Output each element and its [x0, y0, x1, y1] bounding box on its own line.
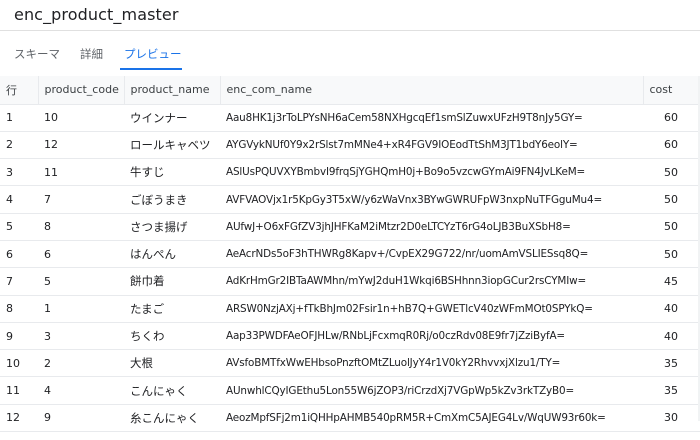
cell-enc-com-name: AeozMpfSFj2m1iQHHpAHMB540pRM5R+CmXmC5AJE… — [220, 404, 643, 433]
title-bar: enc_product_master — [0, 0, 700, 30]
column-header-row-number: 行 — [0, 76, 39, 105]
cell-enc-com-name: ASlUsPQUVXYBmbvI9frqSjYGHQmH0j+Bo9o5vzcw… — [220, 158, 643, 187]
cell-product-code: 11 — [38, 158, 124, 187]
cell-enc-com-name: ARSW0NzjAXj+fTkBhJm02Fsir1n+hB7Q+GWETlcV… — [220, 295, 643, 323]
cell-enc-com-name: Aau8HK1j3rToLPYsNH6aCem58NXHgcqEf1smSlZu… — [220, 104, 643, 132]
cell-enc-com-name: AdKrHmGr2IBTaAWMhn/mYwJ2duH1Wkqi6BSHhnn3… — [220, 267, 643, 296]
table-row: 5 8 さつま揚げ AUfwJ+O6xFGfZV3jhJHFKaM2iMtzr2D0e… — [0, 213, 700, 241]
cell-row-number: 2 — [0, 131, 38, 160]
table-header-row: 行 product_code product_name enc_com_name… — [0, 76, 700, 105]
cell-product-name: はんぺん — [124, 240, 220, 269]
tab-preview[interactable]: プレビュー — [124, 46, 182, 62]
cell-cost: 50 — [643, 213, 700, 241]
table-row: 12 9 糸こんにゃく AeozMpfSFj2m1iQHHpAHMB540pRM5R+… — [0, 404, 700, 433]
cell-row-number: 7 — [0, 267, 38, 296]
cell-cost: 35 — [643, 349, 700, 378]
cell-product-code: 8 — [38, 213, 124, 241]
cell-product-name: ごぼうまき — [124, 185, 220, 214]
cell-enc-com-name: AVsfoBMTfxWwEHbsoPnzftOMtZLuolJyY4r1V0kY… — [220, 349, 643, 378]
table-row: 2 12 ロールキャベツ AYGVykNUf0Y9x2rSlst7mMNe4+xR4F… — [0, 131, 700, 160]
cell-cost: 30 — [643, 404, 700, 433]
cell-enc-com-name: AYGVykNUf0Y9x2rSlst7mMNe4+xR4FGV9IOEodTt… — [220, 131, 643, 160]
cell-product-code: 2 — [38, 349, 124, 378]
cell-product-name: 餅巾着 — [124, 267, 220, 296]
cell-row-number: 5 — [0, 213, 38, 241]
cell-product-code: 6 — [38, 240, 124, 269]
table-row: 10 2 大根 AVsfoBMTfxWwEHbsoPnzftOMtZLuolJyY4r… — [0, 349, 700, 378]
cell-product-code: 1 — [38, 295, 124, 323]
cell-product-code: 3 — [38, 322, 124, 351]
table-row: 7 5 餅巾着 AdKrHmGr2IBTaAWMhn/mYwJ2duH1Wkqi6BS… — [0, 267, 700, 296]
cell-product-name: 大根 — [124, 349, 220, 378]
cell-product-code: 9 — [38, 404, 124, 433]
cell-row-number: 11 — [0, 376, 38, 405]
table-row: 8 1 たまご ARSW0NzjAXj+fTkBhJm02Fsir1n+hB7Q+GW… — [0, 295, 700, 323]
table-row: 1 10 ウインナー Aau8HK1j3rToLPYsNH6aCem58NXHgcqE… — [0, 104, 700, 132]
cell-product-code: 12 — [38, 131, 124, 160]
page-title: enc_product_master — [14, 5, 179, 24]
cell-enc-com-name: AUnwhlCQyIGEthu5Lon55W6jZOP3/riCrzdXj7VG… — [220, 376, 643, 405]
cell-product-code: 10 — [38, 104, 124, 132]
cell-row-number: 9 — [0, 322, 38, 351]
cell-enc-com-name: Aap33PWDFAeOFJHLw/RNbLjFcxmqR0Rj/o0czRdv… — [220, 322, 643, 351]
cell-product-code: 7 — [38, 185, 124, 214]
tab-bar: スキーマ 詳細 プレビュー — [0, 38, 700, 70]
cell-cost: 45 — [643, 267, 700, 296]
tab-schema[interactable]: スキーマ — [14, 46, 60, 62]
title-divider — [0, 30, 700, 31]
cell-enc-com-name: AUfwJ+O6xFGfZV3jhJHFKaM2iMtzr2D0eLTCYzT6… — [220, 213, 643, 241]
cell-row-number: 1 — [0, 104, 38, 132]
cell-cost: 35 — [643, 376, 700, 405]
cell-cost: 50 — [643, 158, 700, 187]
cell-row-number: 4 — [0, 185, 38, 214]
cell-row-number: 3 — [0, 158, 38, 187]
cell-product-name: こんにゃく — [124, 376, 220, 405]
cell-cost: 50 — [643, 185, 700, 214]
cell-product-name: 牛すじ — [124, 158, 220, 187]
cell-product-name: たまご — [124, 295, 220, 323]
cell-enc-com-name: AeAcrNDs5oF3hTHWRg8Kapv+/CvpEX29G722/nr/… — [220, 240, 643, 269]
cell-enc-com-name: AVFVAOVjx1r5KpGy3T5xW/y6zWaVnx3BYwGWRUFp… — [220, 185, 643, 214]
cell-row-number: 12 — [0, 404, 38, 433]
cell-cost: 40 — [643, 322, 700, 351]
cell-row-number: 10 — [0, 349, 38, 378]
cell-product-name: ちくわ — [124, 322, 220, 351]
table-row: 6 6 はんぺん AeAcrNDs5oF3hTHWRg8Kapv+/CvpEX29G7… — [0, 240, 700, 269]
column-header-product-name: product_name — [124, 76, 221, 105]
cell-row-number: 8 — [0, 295, 38, 323]
cell-product-name: ウインナー — [124, 104, 220, 132]
cell-cost: 60 — [643, 104, 700, 132]
cell-row-number: 6 — [0, 240, 38, 269]
tab-details[interactable]: 詳細 — [80, 46, 103, 62]
cell-product-name: さつま揚げ — [124, 213, 220, 241]
cell-cost: 40 — [643, 295, 700, 323]
cell-product-name: 糸こんにゃく — [124, 404, 220, 433]
cell-product-name: ロールキャベツ — [124, 131, 220, 160]
cell-product-code: 4 — [38, 376, 124, 405]
table-row: 4 7 ごぼうまき AVFVAOVjx1r5KpGy3T5xW/y6zWaVnx3BY… — [0, 185, 700, 214]
table-row: 3 11 牛すじ ASlUsPQUVXYBmbvI9frqSjYGHQmH0j+Bo9… — [0, 158, 700, 187]
column-header-cost: cost — [643, 76, 700, 105]
cell-cost: 50 — [643, 240, 700, 269]
table-row: 11 4 こんにゃく AUnwhlCQyIGEthu5Lon55W6jZOP3/riC… — [0, 376, 700, 405]
cell-cost: 60 — [643, 131, 700, 160]
preview-table: 行 product_code product_name enc_com_name… — [0, 76, 700, 433]
column-header-product-code: product_code — [38, 76, 125, 105]
active-tab-indicator — [120, 68, 182, 70]
table-row: 9 3 ちくわ Aap33PWDFAeOFJHLw/RNbLjFcxmqR0Rj/o0… — [0, 322, 700, 351]
cell-product-code: 5 — [38, 267, 124, 296]
column-header-enc-com-name: enc_com_name — [220, 76, 644, 105]
